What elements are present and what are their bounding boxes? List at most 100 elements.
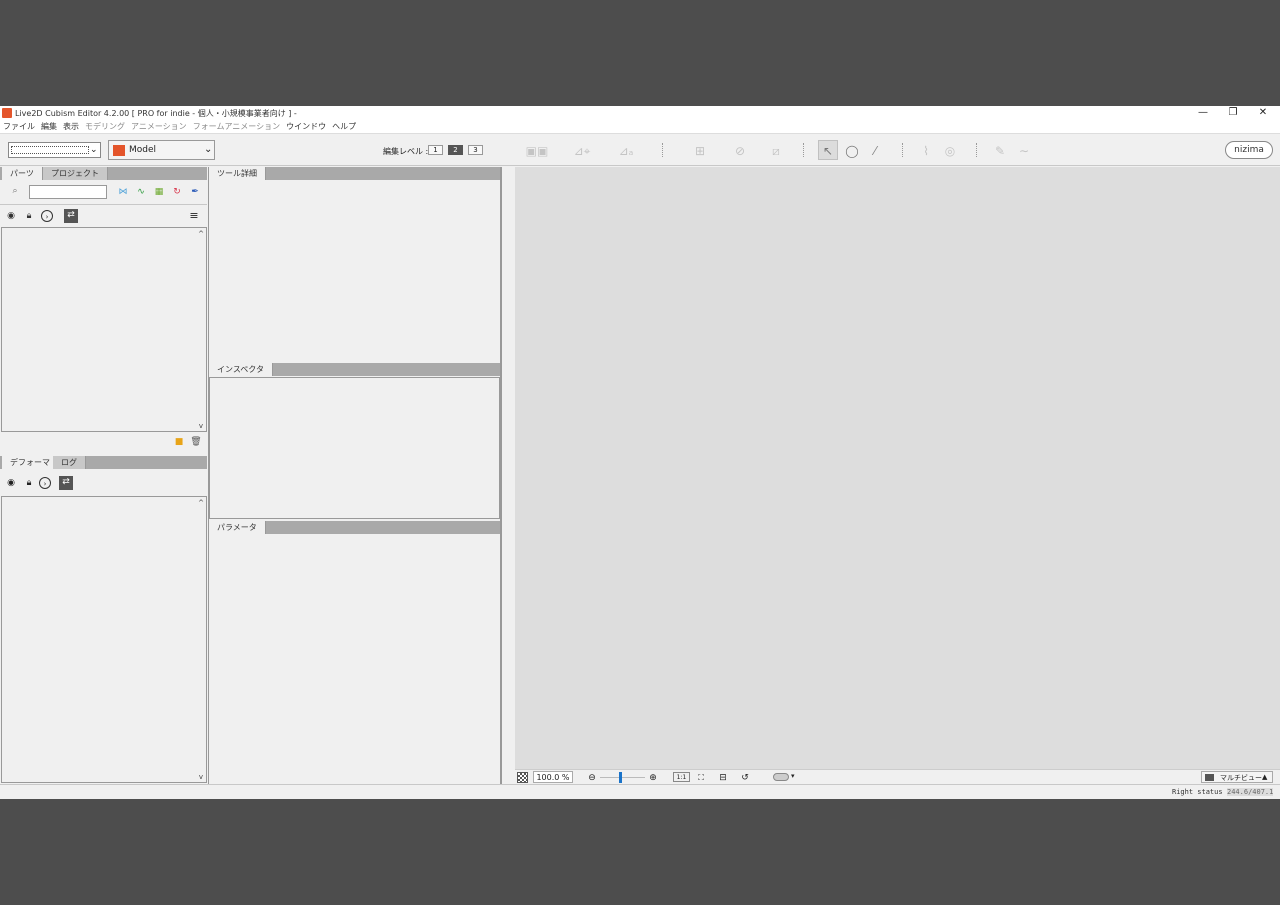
lock-icon[interactable]: 🔒︎ — [23, 210, 35, 222]
tab-project[interactable]: プロジェクト — [43, 167, 108, 180]
parts-search-input[interactable] — [29, 185, 107, 199]
pen-tool-icon[interactable]: ✎ — [990, 140, 1010, 160]
multiview-icon — [1205, 774, 1214, 781]
reset-view-icon[interactable]: ↺ — [739, 772, 751, 784]
lock-icon[interactable]: 🔒︎ — [23, 477, 35, 489]
actual-size-button[interactable]: 1:1 — [673, 772, 690, 782]
swap-icon[interactable]: ⇄ — [59, 476, 73, 490]
mesh-edit-icon[interactable]: ⊿⌖ — [562, 140, 602, 160]
deform-brush-icon[interactable]: ⌇ — [916, 140, 936, 160]
title-bar: Live2D Cubism Editor 4.2.00 [ PRO for in… — [0, 106, 1280, 120]
play-circle-icon[interactable]: › — [39, 477, 51, 489]
eye-icon[interactable]: ◉ — [5, 477, 17, 489]
tab-deformer[interactable]: デフォーマ — [2, 456, 59, 469]
folder-icon[interactable]: ■ — [173, 436, 185, 448]
cursor-coords: 244.6/407.1 — [1227, 788, 1274, 796]
grid-mesh-icon[interactable]: ⊞ — [680, 140, 720, 160]
document-select[interactable]: ⌄ — [8, 142, 101, 158]
parts-list[interactable]: ^ v — [1, 227, 207, 432]
inspector-panel: インスペクタ — [208, 363, 501, 521]
nizima-button[interactable]: nizima — [1225, 141, 1273, 159]
deform-path-icon[interactable]: ◎ — [940, 140, 960, 160]
swap-icon[interactable]: ⇄ — [64, 209, 78, 223]
glue-filter-icon[interactable]: ✒ — [189, 186, 201, 198]
scroll-down-icon[interactable]: v — [197, 422, 205, 430]
toggle-icon[interactable] — [773, 773, 789, 781]
menu-bar: ファイル 編集 表示 モデリング アニメーション フォームアニメーション ウインドウ ヘルプ — [0, 120, 1280, 134]
close-button[interactable]: ✕ — [1248, 106, 1278, 120]
minimize-button[interactable]: — — [1188, 106, 1218, 120]
auto-mesh-icon[interactable]: ⊿ₐ — [605, 140, 647, 160]
toolbar-separator — [976, 143, 977, 157]
arrow-tool-icon[interactable]: ↖ — [818, 140, 838, 160]
trash-icon[interactable]: 🗑︎ — [190, 436, 202, 448]
parameter-panel: パラメータ — [208, 521, 501, 784]
brush-select-icon[interactable]: ⁄ — [865, 140, 885, 160]
art-mesh-filter-icon[interactable]: ⋈ — [117, 186, 129, 198]
menu-file[interactable]: ファイル — [3, 120, 35, 134]
path-tool-icon[interactable]: ∼ — [1014, 140, 1034, 160]
focus-outline — [11, 146, 89, 154]
chevron-down-icon[interactable]: ▾ — [791, 772, 795, 780]
inspector-body — [209, 377, 500, 519]
viewport-toolbar: 100.0 % ⊖ ⊕ 1:1 ⛶ ⊟ ↺ ▾ マルチビュー ▲ — [515, 769, 1280, 784]
model-icon — [113, 145, 125, 156]
zoom-in-icon[interactable]: ⊕ — [647, 772, 659, 784]
app-window: Live2D Cubism Editor 4.2.00 [ PRO for in… — [0, 106, 1280, 799]
tab-parts[interactable]: パーツ — [2, 167, 43, 180]
divider — [0, 204, 207, 205]
edit-level-2[interactable]: 2 — [448, 145, 463, 155]
chevron-down-icon: ⌄ — [204, 144, 213, 155]
status-bar: Right status 244.6/407.1 — [0, 784, 1280, 799]
warp-filter-icon[interactable]: ∿ — [135, 186, 147, 198]
menu-form-animation[interactable]: フォームアニメーション — [193, 120, 280, 134]
menu-window[interactable]: ウインドウ — [286, 120, 326, 134]
toolbar-separator — [803, 143, 804, 157]
menu-view[interactable]: 表示 — [63, 120, 79, 134]
restore-button[interactable]: ❐ — [1218, 106, 1248, 120]
edit-level-1[interactable]: 1 — [428, 145, 443, 155]
canvas-viewport[interactable] — [515, 167, 1280, 769]
menu-edit[interactable]: 編集 — [41, 120, 57, 134]
toolbar-separator — [902, 143, 903, 157]
menu-help[interactable]: ヘルプ — [332, 120, 356, 134]
flip-icon[interactable]: ⊟ — [717, 772, 729, 784]
tool-detail-tabstrip: ツール詳細 — [209, 167, 501, 180]
tab-log[interactable]: ログ — [53, 456, 86, 469]
menu-modeling[interactable]: モデリング — [85, 120, 125, 134]
edit-level-label: 編集レベル : — [383, 147, 429, 156]
edit-level-3[interactable]: 3 — [468, 145, 483, 155]
zoom-input[interactable]: 100.0 % — [533, 771, 573, 783]
tab-inspector[interactable]: インスペクタ — [209, 363, 273, 376]
chevron-up-icon: ▲ — [1262, 773, 1268, 781]
deformer-list[interactable]: ^ v — [1, 496, 207, 783]
zoom-slider[interactable] — [600, 777, 645, 778]
play-circle-icon[interactable]: › — [41, 210, 53, 222]
scroll-up-icon[interactable]: ^ — [197, 230, 205, 238]
main-toolbar: ⌄ Model ⌄ 編集レベル : 1 2 3 ▣▣ ⊿⌖ ⊿ₐ ⊞ ⊘ ⧄ ↖… — [0, 134, 1280, 166]
mesh-clip-icon[interactable]: ⧄ — [766, 140, 786, 160]
scroll-up-icon[interactable]: ^ — [197, 499, 205, 507]
zoom-out-icon[interactable]: ⊖ — [586, 772, 598, 784]
toolbar-separator — [662, 143, 663, 157]
checkerboard-icon[interactable] — [517, 772, 528, 783]
menu-animation[interactable]: アニメーション — [131, 120, 187, 134]
parts-filter-icon[interactable]: ▦ — [153, 186, 165, 198]
fit-icon[interactable]: ⛶ — [695, 772, 707, 784]
menu-icon[interactable]: ≡ — [188, 210, 200, 222]
search-icon[interactable]: ⌕ — [9, 185, 21, 197]
inspector-tabstrip: インスペクタ — [209, 363, 501, 376]
multiview-button[interactable]: マルチビュー ▲ — [1201, 771, 1273, 783]
zoom-slider-handle[interactable] — [619, 772, 622, 783]
glue-icon[interactable]: ⊘ — [730, 140, 750, 160]
eye-icon[interactable]: ◉ — [5, 210, 17, 222]
lasso-tool-icon[interactable]: ◯ — [842, 140, 862, 160]
deformer-panel: デフォーマ ログ ◉ 🔒︎ › ⇄ ^ v — [0, 456, 207, 784]
tab-tool-detail[interactable]: ツール詳細 — [209, 167, 266, 180]
tab-parameter[interactable]: パラメータ — [209, 521, 266, 534]
window-title: Live2D Cubism Editor 4.2.00 [ PRO for in… — [15, 109, 297, 118]
art-mesh-icon[interactable]: ▣▣ — [519, 140, 555, 160]
scroll-down-icon[interactable]: v — [197, 773, 205, 781]
model-select[interactable]: Model ⌄ — [108, 140, 215, 160]
rotation-filter-icon[interactable]: ↻ — [171, 186, 183, 198]
